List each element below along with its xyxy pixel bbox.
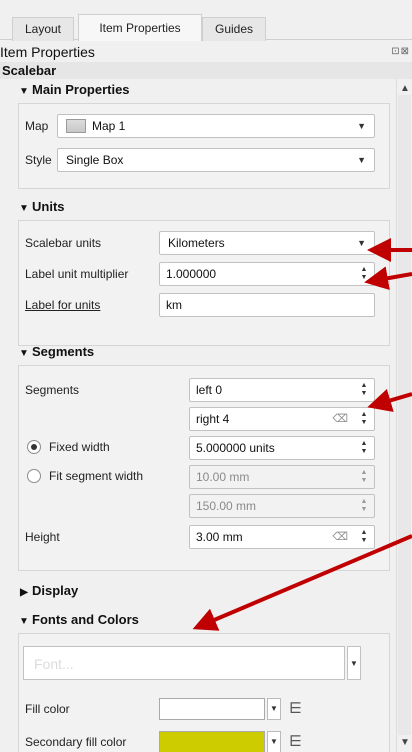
spin-stepper-icon[interactable]: ▲ ▼	[358, 498, 370, 514]
collapsed-triangle-icon: ▶	[20, 587, 28, 598]
label-unit-multiplier-spinbox[interactable]: 1.000000 ▲ ▼	[159, 262, 375, 286]
label-for-units-value: km	[166, 298, 182, 312]
item-type-header: Scalebar	[0, 62, 412, 79]
spin-stepper-icon[interactable]: ▲ ▼	[358, 469, 370, 485]
scalebar-units-value: Kilometers	[168, 236, 225, 250]
expanded-triangle-icon: ▼	[19, 203, 29, 214]
section-title: Segments	[32, 344, 95, 359]
tab-layout[interactable]: Layout	[12, 17, 74, 41]
scroll-up-arrow-icon[interactable]: ▲	[400, 83, 410, 94]
units-body: Scalebar units Kilometers ▼ Label unit m…	[18, 220, 390, 346]
section-title: Display	[32, 583, 79, 598]
style-combo[interactable]: Single Box ▼	[57, 148, 375, 172]
scalebar-units-label: Scalebar units	[25, 236, 102, 250]
section-main-properties: ▼ Main Properties	[16, 79, 394, 101]
fit-max-value: 150.00 mm	[196, 499, 257, 513]
section-header-fonts-colors[interactable]: ▼ Fonts and Colors	[16, 609, 394, 631]
fixed-width-label: Fixed width	[49, 440, 110, 454]
fill-color-label: Fill color	[25, 702, 70, 716]
section-header-display[interactable]: ▶ Display	[16, 580, 394, 602]
fixed-width-spinbox[interactable]: 5.000000 units ▲ ▼	[189, 436, 375, 460]
tab-bar: Layout Item Properties Guides	[0, 0, 412, 41]
expanded-triangle-icon: ▼	[19, 616, 29, 627]
main-properties-body: Map Map 1 ▼ Style Single Box ▼	[18, 103, 390, 189]
label-for-units-input[interactable]: km	[159, 293, 375, 317]
segments-left-spinbox[interactable]: left 0 ▲ ▼	[189, 378, 375, 402]
section-segments: ▼ Segments	[16, 341, 394, 363]
segments-body: Segments left 0 ▲ ▼ right 4 ⌫ ▲ ▼ Fixed wi…	[18, 365, 390, 571]
properties-scroll-area: ▼ Main Properties Map Map 1 ▼ Style Singl…	[16, 79, 394, 752]
section-title: Units	[32, 199, 65, 214]
segments-label: Segments	[25, 383, 80, 397]
secondary-fill-color-swatch[interactable]	[159, 731, 265, 752]
spin-stepper-icon[interactable]: ▲ ▼	[358, 266, 370, 282]
fit-segment-width-label: Fit segment width	[49, 469, 144, 483]
fill-color-swatch[interactable]	[159, 698, 265, 720]
multiplier-value: 1.000000	[166, 267, 217, 281]
fill-color-dropdown[interactable]: ▼	[267, 698, 281, 720]
segments-right-value: right 4	[196, 412, 230, 426]
panel-title: Item Properties	[0, 42, 412, 62]
spin-stepper-icon[interactable]: ▲ ▼	[358, 440, 370, 456]
fit-width-min-spinbox[interactable]: 10.00 mm ▲ ▼	[189, 465, 375, 489]
style-combo-value: Single Box	[66, 153, 124, 167]
fixed-width-value: 5.000000 units	[196, 441, 275, 455]
height-spinbox[interactable]: 3.00 mm ⌫ ▲ ▼	[189, 525, 375, 549]
clear-icon[interactable]: ⌫	[332, 408, 348, 430]
vertical-scrollbar[interactable]: ▲ ▼	[396, 79, 412, 752]
segments-left-value: left 0	[196, 383, 223, 397]
height-label: Height	[25, 530, 60, 544]
chevron-down-icon: ▼	[357, 121, 366, 131]
font-menu-dropdown[interactable]: ▼	[347, 646, 361, 680]
spin-stepper-icon[interactable]: ▲ ▼	[358, 411, 370, 427]
spin-stepper-icon[interactable]: ▲ ▼	[358, 382, 370, 398]
section-fonts-colors: ▼ Fonts and Colors	[16, 609, 394, 631]
expanded-triangle-icon: ▼	[19, 348, 29, 359]
data-defined-override-icon[interactable]: ⋿	[289, 700, 307, 718]
spin-stepper-icon[interactable]: ▲ ▼	[358, 529, 370, 545]
map-label: Map	[25, 119, 49, 133]
chevron-down-icon: ▼	[357, 155, 366, 165]
section-title: Fonts and Colors	[32, 612, 139, 627]
secondary-fill-color-dropdown[interactable]: ▼	[267, 731, 281, 752]
fit-min-value: 10.00 mm	[196, 470, 250, 484]
tab-item-properties[interactable]: Item Properties	[78, 14, 202, 41]
expanded-triangle-icon: ▼	[19, 86, 29, 97]
fixed-width-radio[interactable]	[27, 440, 41, 454]
scalebar-units-combo[interactable]: Kilometers ▼	[159, 231, 375, 255]
scroll-down-arrow-icon[interactable]: ▼	[400, 737, 410, 748]
panel-float-close-icons[interactable]: ⊡⊠	[391, 46, 410, 57]
section-units: ▼ Units	[16, 196, 394, 218]
scrollbar-track[interactable]	[398, 95, 411, 735]
section-header-segments[interactable]: ▼ Segments	[16, 341, 394, 363]
data-defined-override-icon[interactable]: ⋿	[289, 733, 307, 751]
section-header-units[interactable]: ▼ Units	[16, 196, 394, 218]
fit-width-max-spinbox[interactable]: 150.00 mm ▲ ▼	[189, 494, 375, 518]
segments-right-spinbox[interactable]: right 4 ⌫ ▲ ▼	[189, 407, 375, 431]
font-button[interactable]: Font...	[23, 646, 345, 680]
fit-segment-width-radio[interactable]	[27, 469, 41, 483]
map-combo-value: Map 1	[92, 119, 126, 133]
chevron-down-icon: ▼	[357, 238, 366, 248]
height-value: 3.00 mm	[196, 530, 243, 544]
section-display: ▶ Display	[16, 580, 394, 602]
style-label: Style	[25, 153, 52, 167]
map-combo[interactable]: Map 1 ▼	[57, 114, 375, 138]
secondary-fill-color-label: Secondary fill color	[25, 735, 127, 749]
map-icon	[66, 119, 86, 133]
label-for-units-label: Label for units	[25, 298, 101, 312]
font-button-label: Font...	[34, 656, 74, 672]
clear-icon[interactable]: ⌫	[332, 526, 348, 548]
section-title: Main Properties	[32, 82, 130, 97]
section-header-main-properties[interactable]: ▼ Main Properties	[16, 79, 394, 101]
fonts-colors-body: Font... ▼ Fill color ▼ ⋿ Secondary fill …	[18, 633, 390, 752]
tab-guides[interactable]: Guides	[202, 17, 266, 41]
label-unit-multiplier-label: Label unit multiplier	[25, 267, 129, 281]
left-margin	[0, 79, 16, 752]
